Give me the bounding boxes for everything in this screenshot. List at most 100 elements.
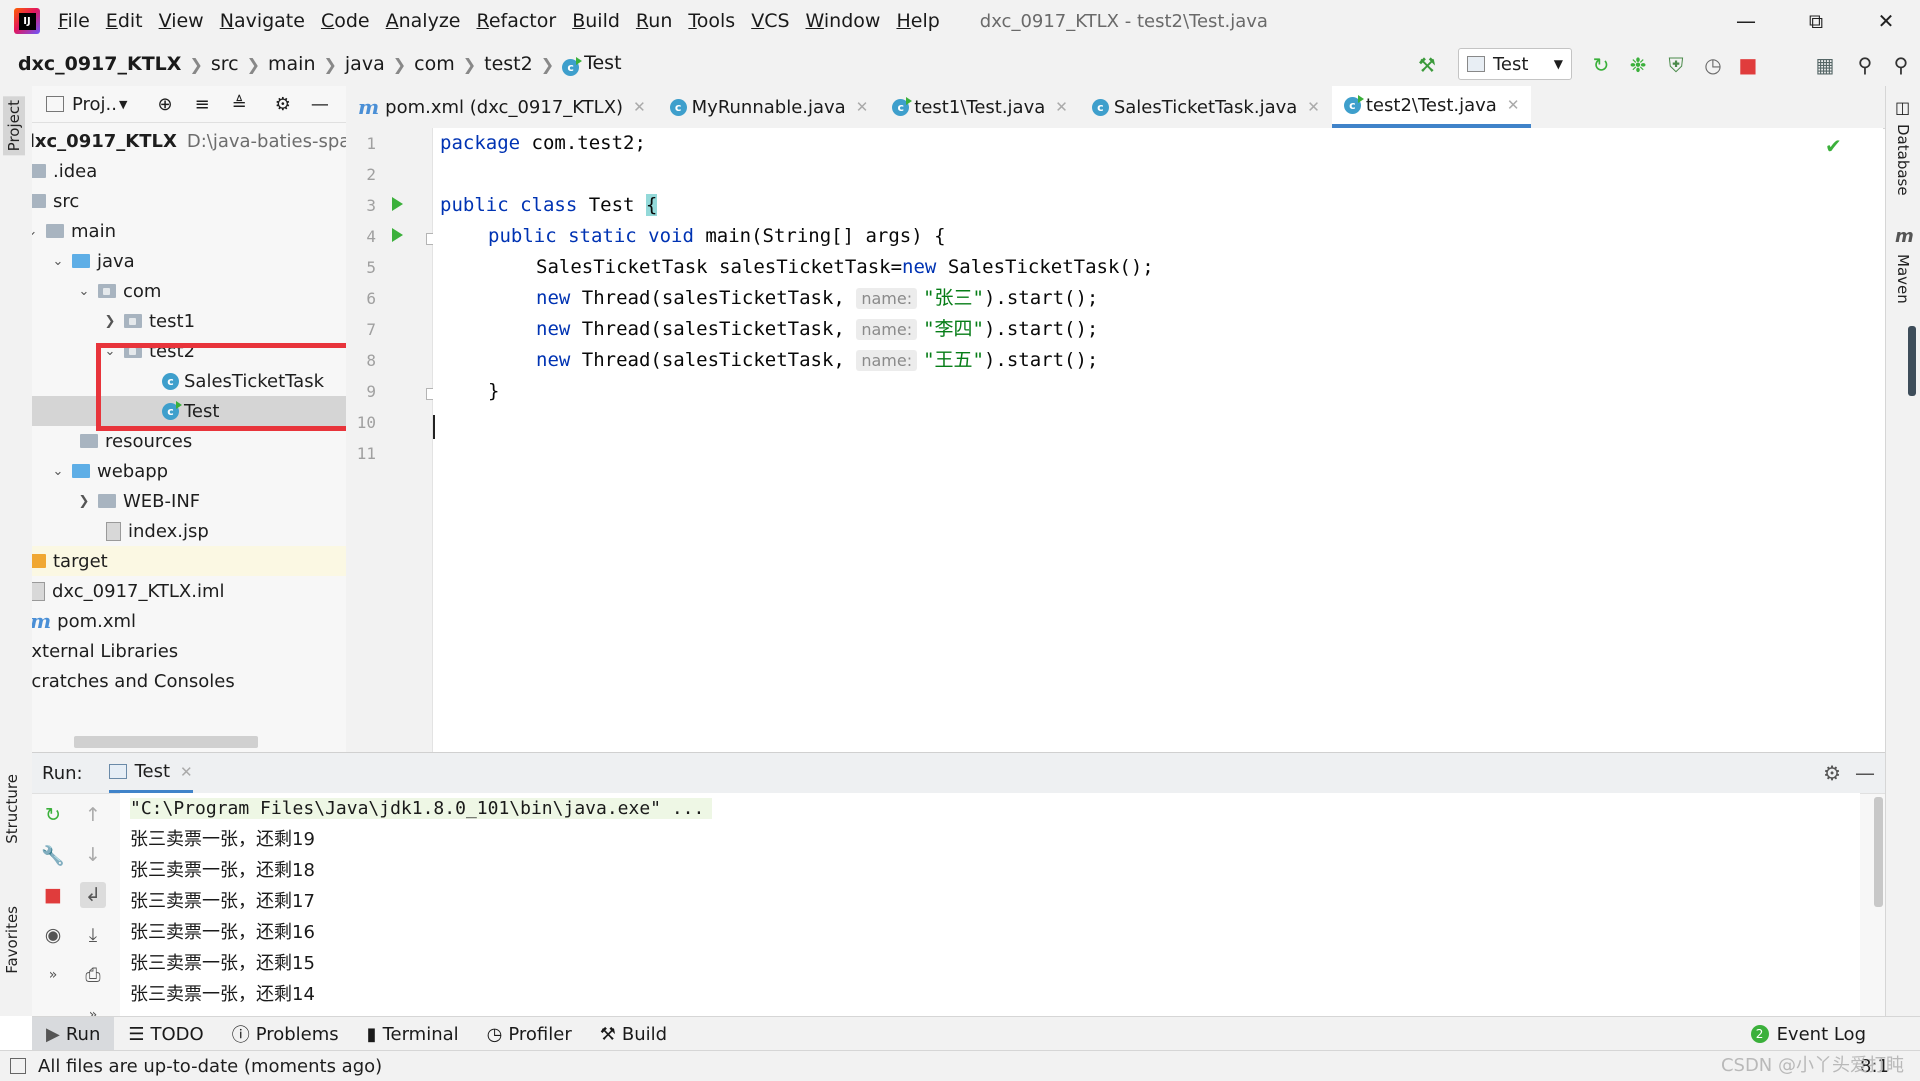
close-icon[interactable]: ✕ xyxy=(633,98,646,116)
tab-project-tool[interactable]: Project xyxy=(3,96,25,156)
close-icon[interactable]: ✕ xyxy=(856,98,869,116)
close-icon[interactable]: ✕ xyxy=(180,763,193,781)
more-icon[interactable]: » xyxy=(40,962,66,988)
tree-item-java[interactable]: ⌄ java xyxy=(32,246,346,276)
tab-myrunnable[interactable]: c MyRunnable.java ✕ xyxy=(658,86,881,128)
minimize-button[interactable]: — xyxy=(1718,0,1774,42)
tool-run[interactable]: ▶ Run xyxy=(32,1017,115,1051)
breadcrumb-project[interactable]: dxc_0917_KTLX xyxy=(14,53,185,75)
gear-icon[interactable]: ⚙ xyxy=(275,94,291,115)
chevron-down-icon[interactable]: ⌄ xyxy=(76,284,92,299)
tab-database-tool[interactable]: Database xyxy=(1894,124,1912,196)
tree-item-webinf[interactable]: ❯ WEB-INF xyxy=(32,486,346,516)
wrench-icon[interactable]: 🔧 xyxy=(40,842,66,868)
menu-view[interactable]: View xyxy=(151,10,212,32)
expand-all-icon[interactable]: ≡ xyxy=(195,94,210,115)
tab-test2-test[interactable]: c test2\Test.java ✕ xyxy=(1331,86,1532,128)
tool-problems[interactable]: ⓘ Problems xyxy=(218,1017,353,1051)
debug-bug-icon[interactable]: ❉ xyxy=(1625,52,1651,78)
close-icon[interactable]: ✕ xyxy=(1055,98,1068,116)
tool-terminal[interactable]: ▮ Terminal xyxy=(353,1017,473,1051)
run-tab-test[interactable]: Test ✕ xyxy=(108,753,193,793)
run-class-gutter-icon[interactable] xyxy=(392,197,403,211)
tree-item-webapp[interactable]: ⌄ webapp xyxy=(32,456,346,486)
hide-panel-icon[interactable]: — xyxy=(1855,761,1875,785)
tab-structure-tool[interactable]: Structure xyxy=(3,774,21,844)
restore-button[interactable]: ⧉ xyxy=(1788,0,1844,42)
breadcrumb-src[interactable]: src xyxy=(207,53,243,75)
tab-maven-tool[interactable]: Maven xyxy=(1894,254,1912,304)
chevron-down-icon[interactable]: ⌄ xyxy=(50,464,66,479)
coverage-icon[interactable]: ⛨ xyxy=(1663,52,1689,78)
build-hammer-icon[interactable]: ⚒ xyxy=(1414,52,1440,78)
toggle-tool-windows-icon[interactable] xyxy=(10,1058,26,1074)
scroll-to-end-icon[interactable]: ⤓ xyxy=(80,922,106,948)
menu-navigate[interactable]: Navigate xyxy=(212,10,313,32)
tab-test1-test[interactable]: c test1\Test.java ✕ xyxy=(880,86,1080,128)
tree-item-test1[interactable]: ❯ test1 xyxy=(32,306,346,336)
collapse-all-icon[interactable]: ≜ xyxy=(232,94,247,115)
tool-profiler[interactable]: ◷ Profiler xyxy=(473,1017,586,1051)
arrow-up-icon[interactable]: ↑ xyxy=(80,802,106,828)
menu-window[interactable]: Window xyxy=(798,10,889,32)
breadcrumb-com[interactable]: com xyxy=(410,53,459,75)
search-everywhere-icon[interactable]: ⚲ xyxy=(1852,52,1878,78)
tab-favorites-tool[interactable]: Favorites xyxy=(3,906,21,974)
tree-item-iml[interactable]: dxc_0917_KTLX.iml xyxy=(32,576,346,606)
tree-item-pom[interactable]: m pom.xml xyxy=(32,606,346,636)
horizontal-scrollbar[interactable] xyxy=(74,736,258,748)
code-editor[interactable]: package com.test2; public class Test { p… xyxy=(433,128,1883,752)
tree-item-main[interactable]: ⌄main xyxy=(32,216,346,246)
tool-event-log[interactable]: 2 Event Log xyxy=(1737,1017,1880,1051)
menu-file[interactable]: File xyxy=(50,10,98,32)
locate-target-icon[interactable]: ⊕ xyxy=(157,94,172,115)
print-icon[interactable]: ⎙ xyxy=(80,962,106,988)
project-view-select[interactable]: Proj.. xyxy=(72,94,117,115)
menu-vcs[interactable]: VCS xyxy=(743,10,797,32)
chevron-right-icon[interactable]: ❯ xyxy=(76,494,92,509)
tab-salesticketask[interactable]: c SalesTicketTask.java ✕ xyxy=(1080,86,1332,128)
menu-refactor[interactable]: Refactor xyxy=(468,10,564,32)
rerun-icon[interactable]: ↻ xyxy=(40,802,66,828)
menu-build[interactable]: Build xyxy=(564,10,628,32)
tree-item-target[interactable]: target xyxy=(32,546,346,576)
breadcrumb-java[interactable]: java xyxy=(341,53,389,75)
tree-item-src[interactable]: src xyxy=(32,186,346,216)
menu-analyze[interactable]: Analyze xyxy=(378,10,469,32)
tool-build[interactable]: ⚒ Build xyxy=(586,1017,681,1051)
menu-edit[interactable]: Edit xyxy=(98,10,151,32)
console-output[interactable]: "C:\Program Files\Java\jdk1.8.0_101\bin\… xyxy=(120,793,1860,1017)
breadcrumb-test[interactable]: c Test xyxy=(558,52,625,76)
tool-todo[interactable]: ☰ TODO xyxy=(114,1017,217,1051)
menu-code[interactable]: Code xyxy=(313,10,378,32)
tree-item-com[interactable]: ⌄ com xyxy=(32,276,346,306)
stop-icon[interactable]: ■ xyxy=(1735,52,1761,78)
tree-item-indexjsp[interactable]: index.jsp xyxy=(32,516,346,546)
tree-item-root[interactable]: dxc_0917_KTLX D:\java-baties-space xyxy=(32,126,346,156)
chevron-down-icon[interactable]: ⌄ xyxy=(32,224,40,239)
camera-icon[interactable]: ◉ xyxy=(40,922,66,948)
close-icon[interactable]: ✕ xyxy=(1507,96,1520,114)
tree-item-scratches[interactable]: Scratches and Consoles xyxy=(32,666,346,696)
breadcrumb-test2[interactable]: test2 xyxy=(480,53,537,75)
menu-help[interactable]: Help xyxy=(888,10,947,32)
menu-run[interactable]: Run xyxy=(628,10,680,32)
tree-item-external-libraries[interactable]: External Libraries xyxy=(32,636,346,666)
chevron-down-icon[interactable]: ▼ xyxy=(119,98,127,111)
chevron-right-icon[interactable]: ❯ xyxy=(102,314,118,329)
breadcrumb-main[interactable]: main xyxy=(264,53,319,75)
rerun-icon[interactable]: ↻ xyxy=(1588,52,1614,78)
search-icon[interactable]: ⚲ xyxy=(1888,52,1914,78)
soft-wrap-icon[interactable]: ↲ xyxy=(80,882,106,908)
project-structure-icon[interactable]: ▦ xyxy=(1812,52,1838,78)
arrow-down-icon[interactable]: ↓ xyxy=(80,842,106,868)
tab-pom-xml[interactable]: m pom.xml (dxc_0917_KTLX) ✕ xyxy=(346,86,658,128)
close-icon[interactable]: ✕ xyxy=(1307,98,1320,116)
chevron-down-icon[interactable]: ⌄ xyxy=(50,254,66,269)
tree-item-idea[interactable]: .idea xyxy=(32,156,346,186)
console-scrollbar[interactable] xyxy=(1874,797,1883,907)
close-window-button[interactable]: ✕ xyxy=(1858,0,1914,42)
no-problems-check-icon[interactable]: ✔ xyxy=(1825,134,1842,158)
hide-panel-icon[interactable]: — xyxy=(311,94,329,115)
run-main-gutter-icon[interactable] xyxy=(392,228,403,242)
